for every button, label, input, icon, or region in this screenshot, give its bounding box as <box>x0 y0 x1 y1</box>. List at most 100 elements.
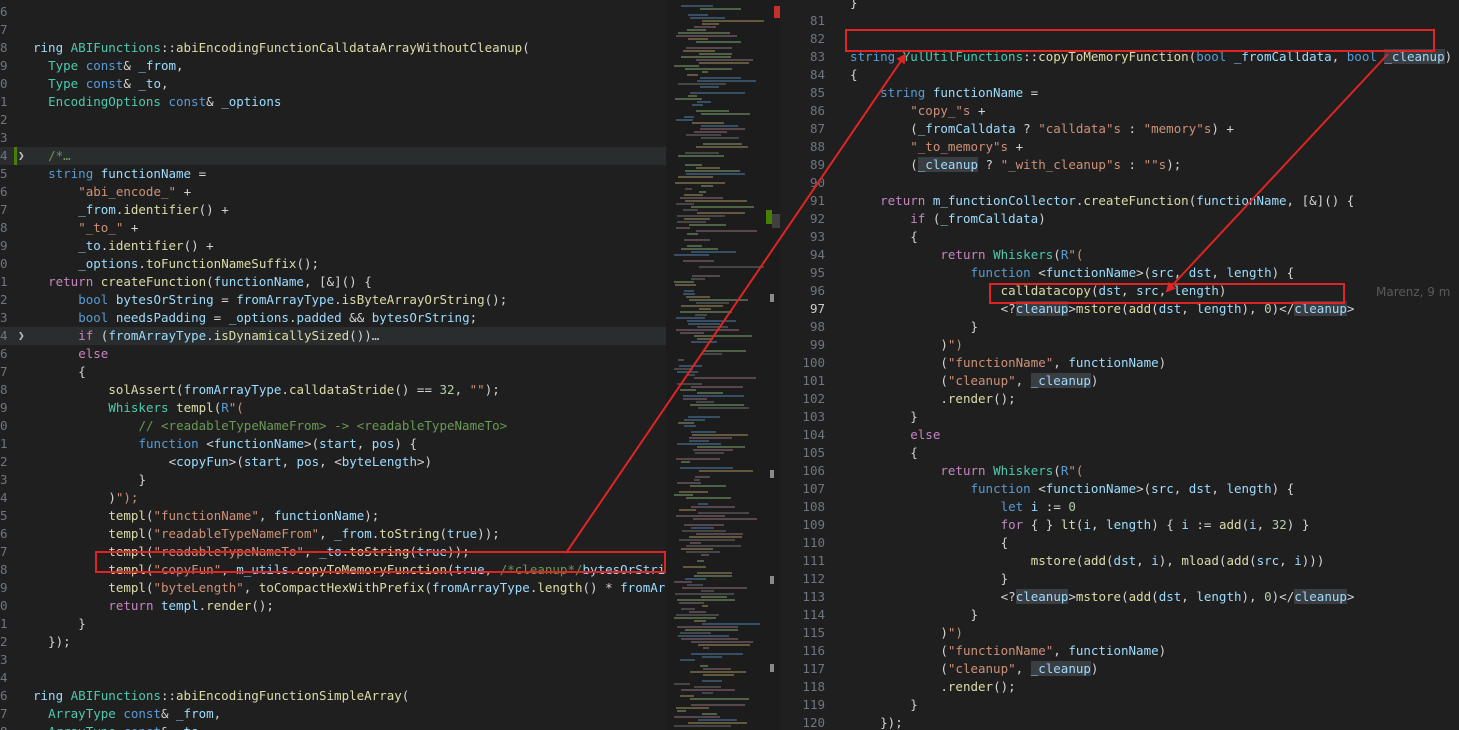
code-line[interactable]: 6 ring ABIFunctions::abiEncodingFunctionS… <box>0 687 666 705</box>
code-line[interactable]: 101 ("cleanup", _cleanup) <box>780 372 1459 390</box>
code-line[interactable]: 4 <box>0 669 666 687</box>
code-line[interactable]: 8 solAssert(fromArrayType.calldataStride… <box>0 381 666 399</box>
code-line[interactable]: 1 function <functionName>(start, pos) { <box>0 435 666 453</box>
code-line[interactable]: 2 bool bytesOrString = fromArrayType.isB… <box>0 291 666 309</box>
code-line[interactable]: 98 } <box>780 318 1459 336</box>
code-line[interactable]: 3 <box>0 129 666 147</box>
minimap-line <box>684 218 710 220</box>
code-line[interactable]: 8 "_to_" + <box>0 219 666 237</box>
minimap-line <box>691 386 743 388</box>
minimap-line <box>679 491 708 493</box>
code-line[interactable]: 84 { <box>780 66 1459 84</box>
code-line[interactable]: 9 _to.identifier() + <box>0 237 666 255</box>
right-editor-pane[interactable]: } 81 82 83 string YulUtilFunctions::copyToMe… <box>780 0 1459 730</box>
code-line[interactable]: 4 ❯ if (fromArrayType.isDynamicallySized(… <box>0 327 666 345</box>
git-change-indicator <box>14 147 17 165</box>
code-line[interactable]: 0 Type const& _to, <box>0 75 666 93</box>
code-line[interactable]: 3 } <box>0 471 666 489</box>
code-text: return Whiskers(R"( <box>940 463 1084 478</box>
code-line[interactable]: 118 .render(); <box>780 678 1459 696</box>
code-line[interactable]: 111 mstore(add(dst, i), mload(add(src, i… <box>780 552 1459 570</box>
code-text: templ("functionName", functionName); <box>108 508 380 523</box>
code-line[interactable]: 102 .render(); <box>780 390 1459 408</box>
code-line[interactable]: 8 ArrayType const& _to, <box>0 723 666 730</box>
minimap-line <box>703 674 734 676</box>
minimap-line <box>679 602 704 604</box>
code-line[interactable]: 5 templ("functionName", functionName); <box>0 507 666 525</box>
code-line[interactable]: 2 }); <box>0 633 666 651</box>
code-line[interactable]: 2 <box>0 111 666 129</box>
code-line[interactable]: 81 <box>780 12 1459 30</box>
minimap[interactable] <box>666 0 780 730</box>
code-line[interactable]: } <box>780 0 1459 12</box>
code-line[interactable]: 110 { <box>780 534 1459 552</box>
minimap-line <box>688 95 697 97</box>
minimap-line <box>694 335 752 337</box>
code-line[interactable]: 7 { <box>0 363 666 381</box>
code-line[interactable]: 93 { <box>780 228 1459 246</box>
minimap-line <box>688 374 695 376</box>
code-line[interactable]: 100 ("functionName", functionName) <box>780 354 1459 372</box>
code-line[interactable]: 9 templ("byteLength", toCompactHexWithPr… <box>0 579 666 597</box>
code-line[interactable]: 112 } <box>780 570 1459 588</box>
code-line[interactable]: 86 "copy_"s + <box>780 102 1459 120</box>
code-line[interactable]: 94 return Whiskers(R"( <box>780 246 1459 264</box>
code-line[interactable]: 5 string functionName = <box>0 165 666 183</box>
code-line[interactable]: 7 ArrayType const& _from, <box>0 705 666 723</box>
code-line[interactable]: 3 <box>0 651 666 669</box>
code-line[interactable]: 7 _from.identifier() + <box>0 201 666 219</box>
scrollbar-thumb[interactable] <box>772 214 780 228</box>
code-line[interactable]: 1 return createFunction(functionName, [&… <box>0 273 666 291</box>
line-number: 1 <box>0 616 8 631</box>
line-number: 7 <box>0 202 8 217</box>
code-line[interactable]: 103 } <box>780 408 1459 426</box>
code-line[interactable]: 4 ❯ /*… <box>0 147 666 165</box>
code-line[interactable]: 1 } <box>0 615 666 633</box>
code-line[interactable]: 4 )"); <box>0 489 666 507</box>
code-line[interactable]: 89 (_cleanup ? "_with_cleanup"s : ""s); <box>780 156 1459 174</box>
code-line[interactable]: 8 ring ABIFunctions::abiEncodingFunctionC… <box>0 39 666 57</box>
code-line[interactable]: 117 ("cleanup", _cleanup) <box>780 660 1459 678</box>
minimap-line <box>677 626 738 628</box>
code-line[interactable]: 95 function <functionName>(src, dst, len… <box>780 264 1459 282</box>
code-line[interactable]: 116 ("functionName", functionName) <box>780 642 1459 660</box>
minimap-line <box>686 134 721 136</box>
code-line[interactable]: 120 }); <box>780 714 1459 730</box>
left-editor-pane[interactable]: 6 7 8 ring ABIFunctions::abiEncodingFunctio… <box>0 0 666 730</box>
code-line[interactable]: 114 } <box>780 606 1459 624</box>
code-line[interactable]: 108 let i := 0 <box>780 498 1459 516</box>
code-line[interactable]: 6 templ("readableTypeNameFrom", _from.to… <box>0 525 666 543</box>
code-line[interactable]: 6 "abi_encode_" + <box>0 183 666 201</box>
code-line[interactable]: 88 "_to_memory"s + <box>780 138 1459 156</box>
code-line[interactable]: 91 return m_functionCollector.createFunc… <box>780 192 1459 210</box>
code-line[interactable]: 115 )") <box>780 624 1459 642</box>
code-line[interactable]: 113 <?cleanup>mstore(add(dst, length), 0… <box>780 588 1459 606</box>
code-line[interactable]: 3 bool needsPadding = _options.padded &&… <box>0 309 666 327</box>
code-line[interactable]: 9 Type const& _from, <box>0 57 666 75</box>
code-line[interactable]: 0 return templ.render(); <box>0 597 666 615</box>
code-line[interactable]: 105 { <box>780 444 1459 462</box>
code-line[interactable]: 99 )") <box>780 336 1459 354</box>
code-line[interactable]: 85 string functionName = <box>780 84 1459 102</box>
code-line[interactable]: 106 return Whiskers(R"( <box>780 462 1459 480</box>
code-line[interactable]: 0 _options.toFunctionNameSuffix(); <box>0 255 666 273</box>
code-line[interactable]: 107 function <functionName>(src, dst, le… <box>780 480 1459 498</box>
code-line[interactable]: 92 if (_fromCalldata) <box>780 210 1459 228</box>
code-line[interactable]: 104 else <box>780 426 1459 444</box>
minimap-line <box>696 533 743 535</box>
code-line[interactable]: 109 for { } lt(i, length) { i := add(i, … <box>780 516 1459 534</box>
chevron-right-icon[interactable]: ❯ <box>18 147 25 165</box>
code-line[interactable]: 87 (_fromCalldata ? "calldata"s : "memor… <box>780 120 1459 138</box>
code-line[interactable]: 119 } <box>780 696 1459 714</box>
line-number: 113 <box>802 589 825 604</box>
code-line[interactable]: 6 else <box>0 345 666 363</box>
code-line[interactable]: 9 Whiskers templ(R"( <box>0 399 666 417</box>
code-line[interactable]: 1 EncodingOptions const& _options <box>0 93 666 111</box>
code-line[interactable]: 7 <box>0 21 666 39</box>
code-line[interactable]: 6 <box>0 3 666 21</box>
code-line[interactable]: 90 <box>780 174 1459 192</box>
chevron-right-icon[interactable]: ❯ <box>18 327 25 345</box>
code-line[interactable]: 0 // <readableTypeNameFrom> -> <readable… <box>0 417 666 435</box>
minimap-line <box>678 83 726 85</box>
code-line[interactable]: 2 <copyFun>(start, pos, <byteLength>) <box>0 453 666 471</box>
